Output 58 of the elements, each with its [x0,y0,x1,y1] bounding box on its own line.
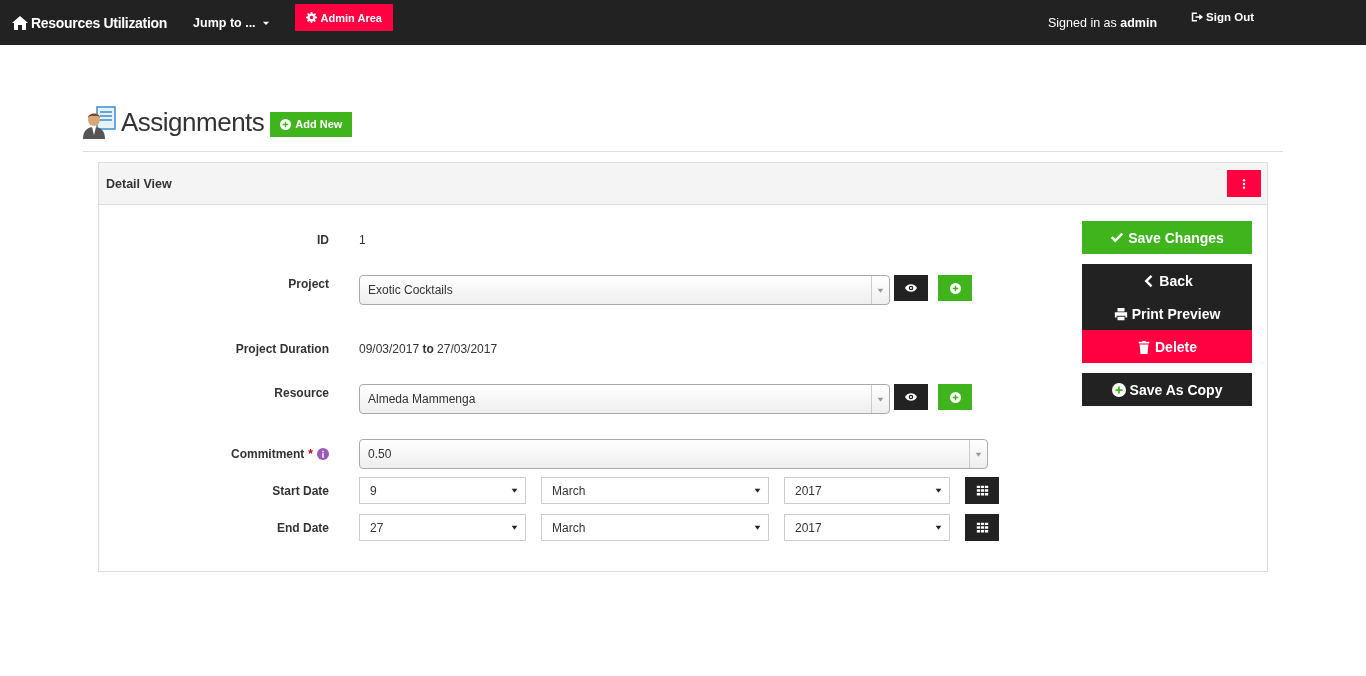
page-title: Assignments [121,106,265,138]
select-field[interactable]: 0.50 [359,439,988,469]
home-icon [12,14,28,31]
signed-in-text: Signed in as admin [1048,15,1158,30]
plus-circle-icon [949,282,961,294]
settings-icon [305,12,317,23]
brand-link[interactable]: Resources Utilization [12,14,168,31]
calendar-button[interactable] [965,477,999,504]
required-mark: * [308,447,313,461]
info-icon [317,448,329,460]
panel-title: Detail View [106,176,172,191]
view-button[interactable] [894,384,928,410]
select-field[interactable]: Almeda Mammenga [359,384,890,414]
field-value: 09/03/2017 to 27/03/2017 [359,342,498,356]
eye-icon [905,282,917,294]
sign-out-icon [1191,11,1204,23]
date-select[interactable]: 2017 [784,477,950,504]
dropdown-arrow-icon [934,523,943,532]
field-label: Project Duration [235,342,329,356]
dropdown-arrow-icon [753,523,762,532]
date-select[interactable]: 27 [359,514,526,541]
view-button[interactable] [894,275,928,301]
field-label: Resource [274,386,329,400]
add-button[interactable] [938,275,972,301]
plus-circle-icon [1111,382,1126,397]
date-select[interactable]: 2017 [784,514,950,541]
calendar-button[interactable] [965,514,999,541]
plus-circle-icon [280,118,292,130]
date-select[interactable]: March [541,477,769,504]
date-select[interactable]: March [541,514,769,541]
dropdown-arrow-icon [510,523,519,532]
printer-icon [1113,306,1128,321]
field-label: End Date [277,520,329,535]
field-value: 1 [359,233,366,247]
check-icon [1110,230,1125,245]
add-button[interactable] [938,384,972,410]
eye-icon [905,391,917,403]
field-label: ID [317,233,329,247]
trash-icon [1137,339,1151,354]
admin-area-button[interactable]: Admin Area [294,4,393,31]
date-select[interactable]: 9 [359,477,526,504]
field-label: Project [288,277,329,291]
dropdown-arrow-icon [753,486,762,495]
field-label: Start Date [272,483,329,498]
dropdown-arrow-icon [934,486,943,495]
calendar-icon [975,484,989,497]
print-preview-button[interactable]: Print Preview [1082,297,1252,330]
calendar-icon [975,521,989,534]
assignment-person-icon [83,105,117,139]
dropdown-arrow-icon [510,486,519,495]
field-label: Commitment [231,447,305,461]
sign-out-link[interactable]: Sign Out [1191,11,1254,23]
plus-circle-icon [949,391,961,403]
select-field[interactable]: Exotic Cocktails [359,275,890,305]
jump-to-menu[interactable]: Jump to ... [193,15,271,30]
save-as-copy-button[interactable]: Save As Copy [1082,373,1252,406]
back-button[interactable]: Back [1082,264,1252,297]
delete-button[interactable]: Delete [1082,330,1252,363]
